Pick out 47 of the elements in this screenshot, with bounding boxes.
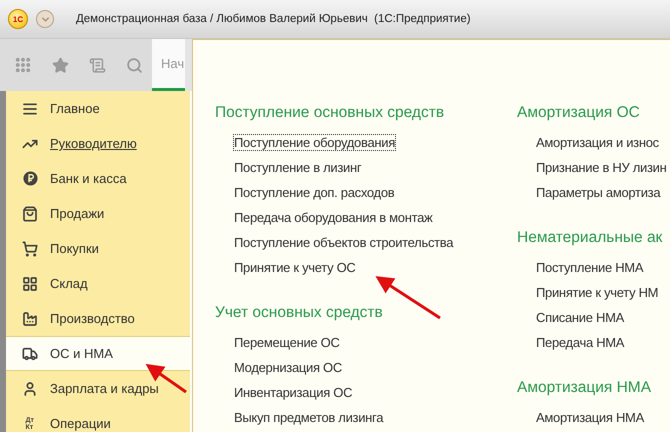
command-link[interactable]: Перемещение ОС bbox=[234, 330, 340, 355]
command-link[interactable]: Поступление НМА bbox=[536, 255, 644, 280]
sidebar-item[interactable]: ОС и НМА bbox=[6, 336, 190, 371]
bag-icon bbox=[22, 206, 38, 222]
sidebar-item[interactable]: Продажи bbox=[6, 196, 190, 231]
command-link[interactable]: Списание НМА bbox=[536, 305, 624, 330]
coin-icon bbox=[22, 171, 38, 186]
star-icon[interactable] bbox=[52, 56, 69, 74]
sidebar-item[interactable]: Склад bbox=[6, 266, 190, 301]
command-link[interactable]: Признание в НУ лизин bbox=[536, 155, 667, 180]
sidebar-item[interactable]: Банк и касса bbox=[6, 161, 190, 196]
command-link[interactable]: Выкуп предметов лизинга bbox=[234, 405, 384, 430]
group-title: Амортизация НМА bbox=[517, 378, 652, 398]
scroll-icon[interactable] bbox=[89, 56, 106, 74]
group-title: Нематериальные ак bbox=[517, 228, 662, 248]
group-title: Поступление основных средств bbox=[215, 103, 444, 123]
cart-icon bbox=[22, 240, 38, 256]
factory-icon bbox=[22, 310, 38, 326]
command-link[interactable]: Передача НМА bbox=[536, 330, 624, 355]
command-link[interactable]: Модернизация ОС bbox=[234, 355, 342, 380]
window-title: Демонстрационная база / Любимов Валерий Юрьевич (1С:Предприятие) bbox=[76, 13, 471, 25]
apps-icon[interactable] bbox=[14, 56, 32, 74]
command-link[interactable]: Поступление доп. расходов bbox=[234, 180, 394, 205]
main-menu-button[interactable] bbox=[36, 10, 54, 28]
sidebar-item[interactable]: Главное bbox=[6, 91, 190, 126]
group-title: Амортизация ОС bbox=[517, 103, 640, 123]
sidebar-item[interactable]: Зарплата и кадры bbox=[6, 371, 190, 406]
app-logo[interactable]: 1С bbox=[8, 9, 28, 29]
command-link[interactable]: Принятие к учету ОС bbox=[234, 255, 356, 280]
sidebar-item[interactable]: Покупки bbox=[6, 231, 190, 266]
menu-icon bbox=[22, 100, 38, 116]
sidebar-item[interactable]: Руководителю bbox=[6, 126, 190, 161]
grid-icon bbox=[22, 276, 38, 292]
command-link[interactable]: Принятие к учету НМ bbox=[536, 280, 658, 305]
search-icon[interactable] bbox=[126, 56, 143, 74]
command-link[interactable]: Инвентаризация ОС bbox=[234, 380, 352, 405]
command-link[interactable]: Амортизация НМА bbox=[536, 405, 644, 430]
command-link[interactable]: Поступление оборудования bbox=[234, 130, 395, 155]
command-link[interactable]: Поступление в лизинг bbox=[234, 155, 362, 180]
sidebar-item[interactable]: Производство bbox=[6, 301, 190, 336]
group-title: Учет основных средств bbox=[215, 303, 383, 323]
command-link[interactable]: Амортизация и износ bbox=[536, 130, 659, 155]
command-link[interactable]: Передача оборудования в монтаж bbox=[234, 205, 432, 230]
command-link[interactable]: Поступление объектов строительства bbox=[234, 230, 454, 255]
truck-icon bbox=[22, 346, 38, 362]
person-icon bbox=[22, 380, 38, 396]
command-link[interactable]: Параметры амортиза bbox=[536, 180, 660, 205]
